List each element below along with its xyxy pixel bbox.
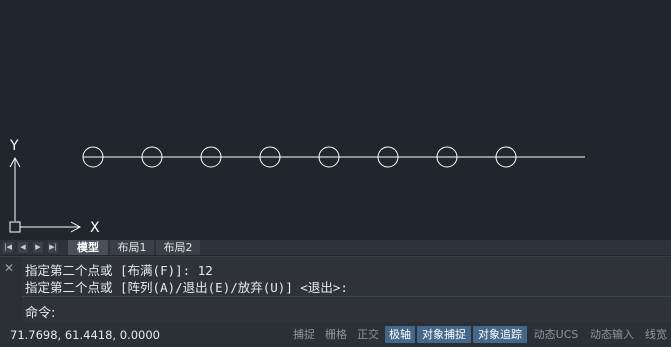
- prev-tab-icon[interactable]: ◀: [18, 242, 28, 253]
- close-icon[interactable]: ✕: [4, 261, 14, 275]
- ucs-x-label: X: [90, 220, 100, 236]
- ucs-origin-box: [9, 221, 21, 233]
- command-prompt: 命令:: [25, 306, 56, 321]
- osnap-toggle[interactable]: 对象捕捉: [417, 326, 471, 343]
- command-history-line: 指定第二个点或 [阵列(A)/退出(E)/放弃(U)] <退出>:: [25, 280, 348, 295]
- lineweight-toggle[interactable]: 线宽: [641, 326, 671, 343]
- cad-window: Y X |◀ ◀ ▶ ▶| 模型 布局1 布局2 ✕ 指定第二个点或 [布满(F…: [0, 0, 671, 347]
- layout-tab-bar: |◀ ◀ ▶ ▶| 模型 布局1 布局2: [0, 240, 671, 255]
- command-input[interactable]: [66, 299, 660, 321]
- snap-toggle[interactable]: 捕捉: [289, 326, 319, 343]
- first-tab-icon[interactable]: |◀: [3, 242, 13, 253]
- tab-layout1[interactable]: 布局1: [110, 240, 154, 255]
- otrack-toggle[interactable]: 对象追踪: [473, 326, 527, 343]
- command-window-handle[interactable]: ✕: [0, 257, 22, 322]
- drawing-canvas[interactable]: Y X: [0, 0, 671, 240]
- dynamic-ucs-toggle[interactable]: 动态UCS: [529, 326, 583, 343]
- tab-layout2[interactable]: 布局2: [156, 240, 200, 255]
- ucs-icon: [9, 156, 82, 233]
- ucs-y-label: Y: [9, 138, 19, 154]
- command-window: ✕ 指定第二个点或 [布满(F)]: 12 指定第二个点或 [阵列(A)/退出(…: [0, 256, 671, 322]
- next-tab-icon[interactable]: ▶: [33, 242, 43, 253]
- status-bar: 71.7698, 61.4418, 0.0000 捕捉 栅格 正交 极轴 对象捕…: [0, 322, 671, 347]
- polar-toggle[interactable]: 极轴: [385, 326, 415, 343]
- tab-model[interactable]: 模型: [68, 240, 108, 255]
- command-separator: [22, 296, 671, 297]
- grid-toggle[interactable]: 栅格: [321, 326, 351, 343]
- ortho-toggle[interactable]: 正交: [353, 326, 383, 343]
- last-tab-icon[interactable]: ▶|: [48, 242, 58, 253]
- coordinate-readout[interactable]: 71.7698, 61.4418, 0.0000: [10, 328, 160, 342]
- dynamic-input-toggle[interactable]: 动态输入: [585, 326, 639, 343]
